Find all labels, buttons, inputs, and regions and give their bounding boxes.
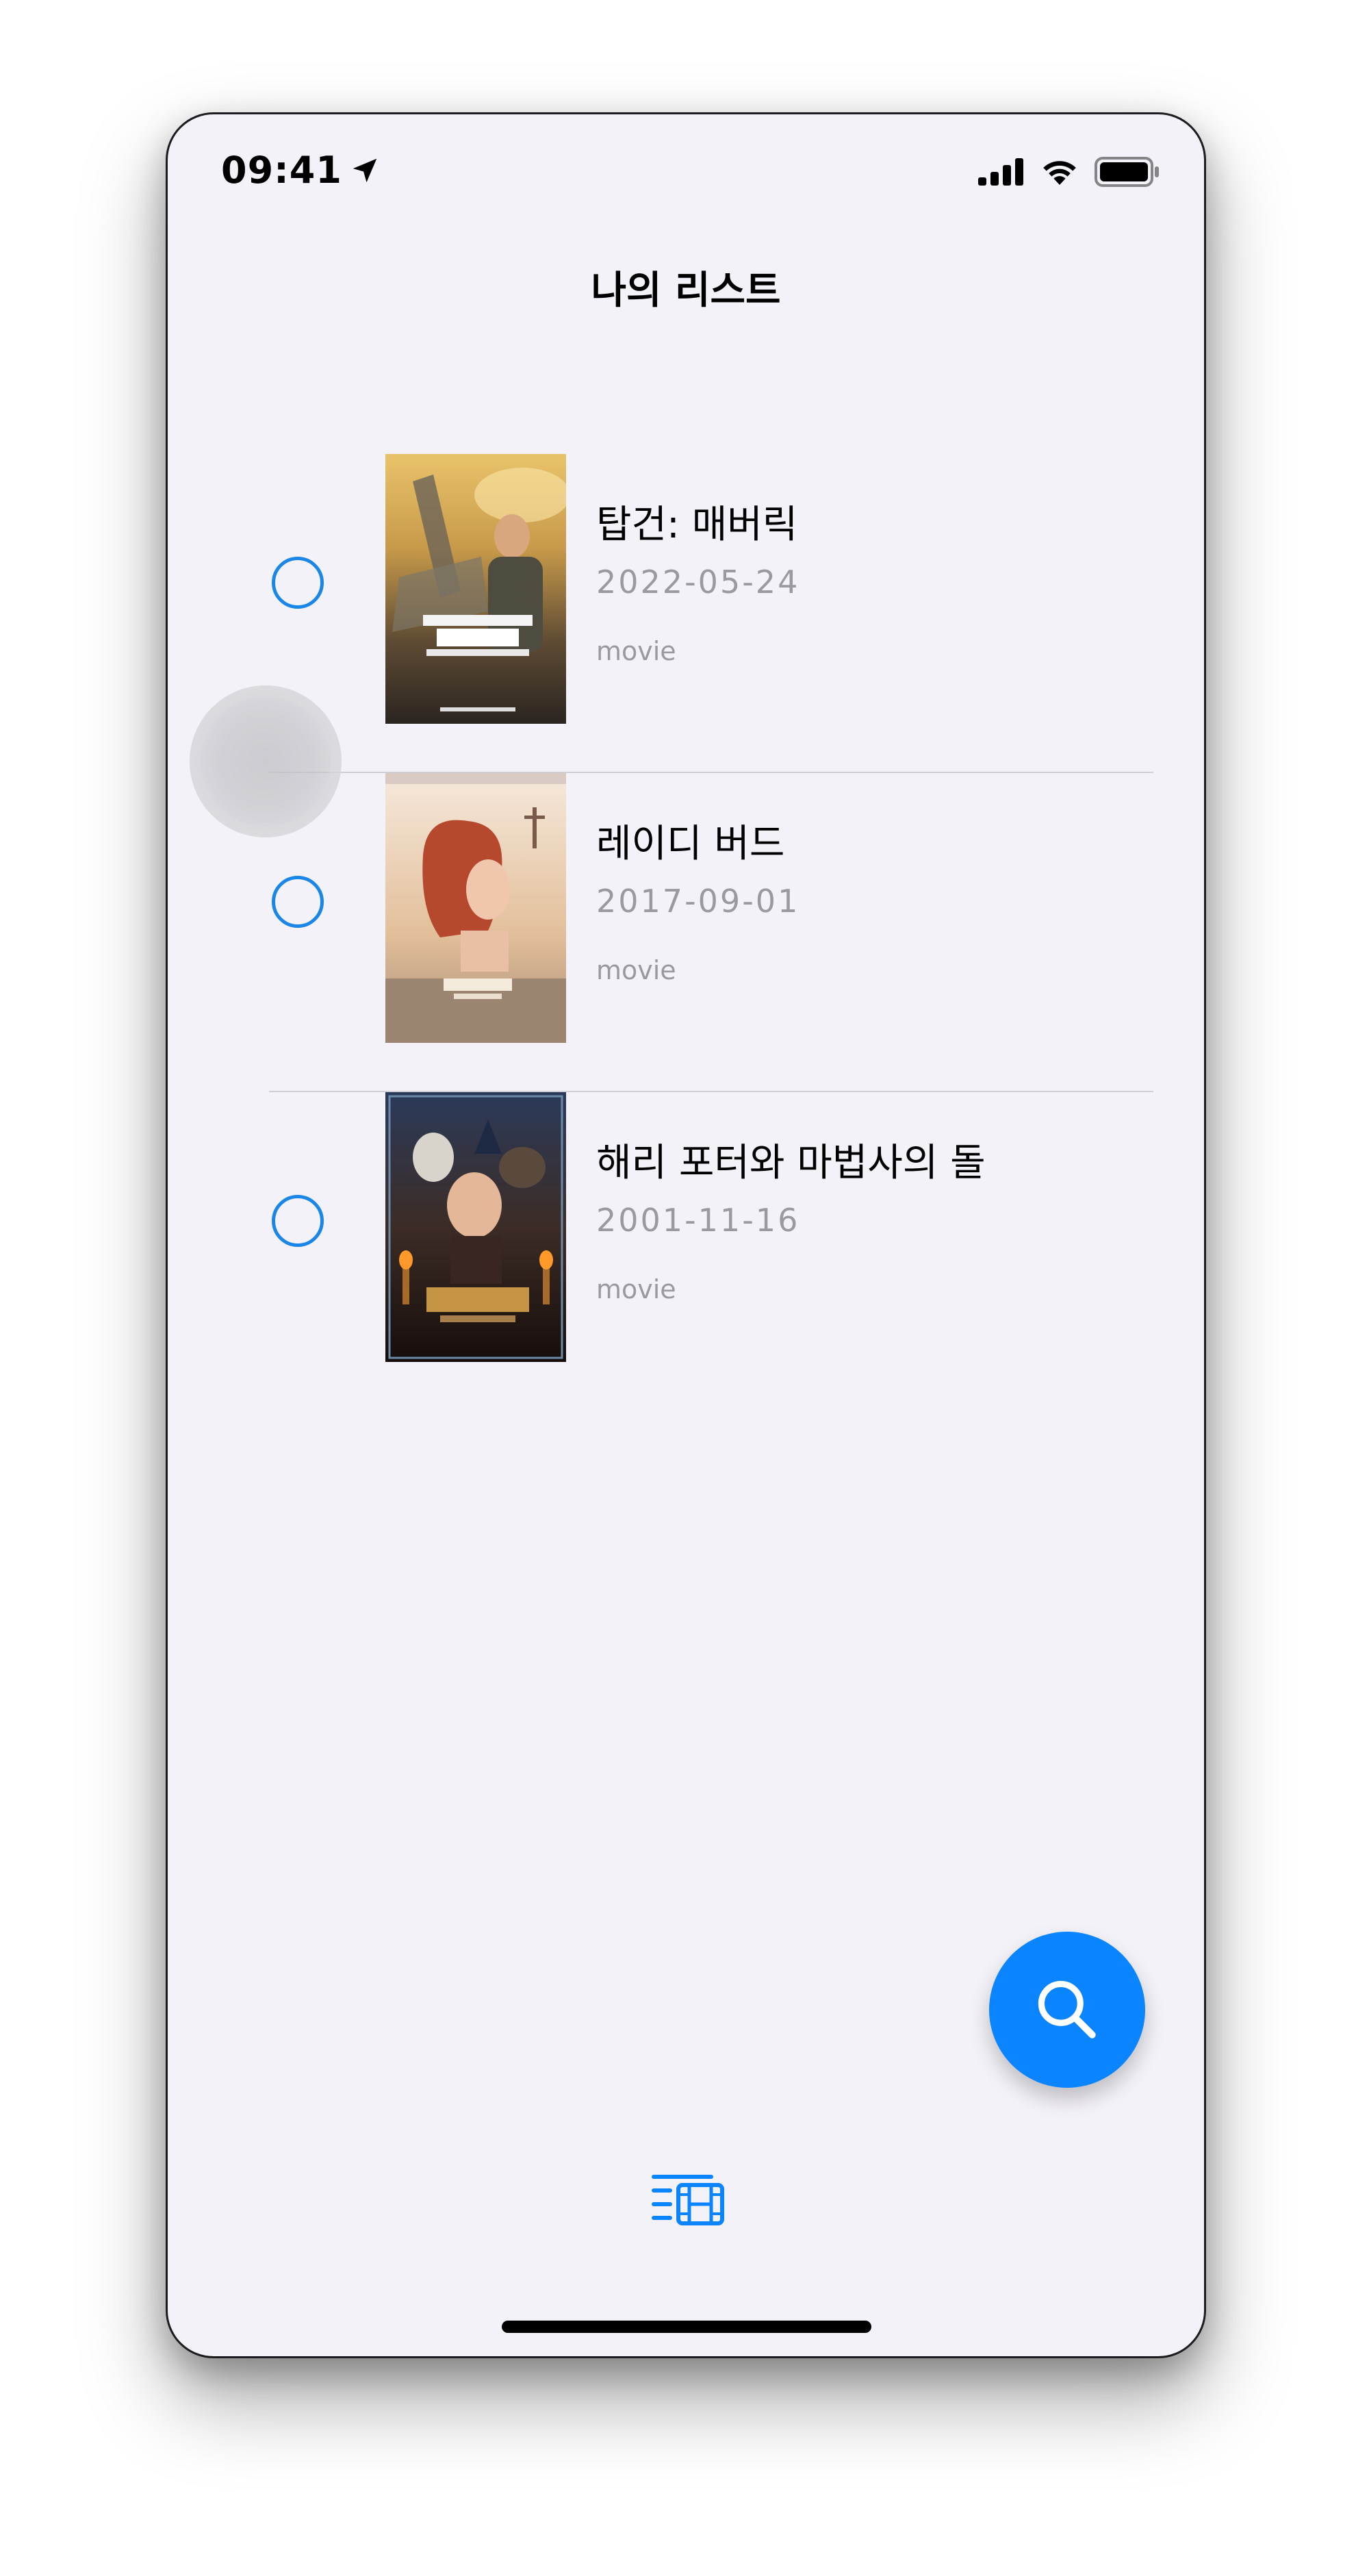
- list-item[interactable]: 레이디 버드 2017-09-01 movie: [168, 773, 1204, 1092]
- signal-icon: [978, 158, 1023, 186]
- poster-ladybird: [385, 773, 566, 1043]
- battery-icon: [1095, 157, 1159, 187]
- tab-my-list[interactable]: [651, 2171, 728, 2226]
- item-date: 2001-11-16: [596, 1202, 800, 1239]
- status-time: 09:41: [221, 149, 381, 192]
- item-date: 2022-05-24: [596, 564, 800, 601]
- poster-topgun: [385, 454, 566, 724]
- touch-indicator: [190, 685, 342, 837]
- film-list-icon: [652, 2175, 724, 2225]
- wifi-icon: [1043, 161, 1076, 185]
- item-title: 레이디 버드: [596, 822, 785, 866]
- status-icons: [978, 157, 1160, 187]
- my-list: 탑건: 매버릭 2022-05-24 movie 레이디 버드 2017-09-…: [168, 454, 1204, 1411]
- checkbox-circle[interactable]: [272, 876, 324, 928]
- item-type: movie: [596, 1274, 676, 1304]
- item-title: 해리 포터와 마법사의 돌: [596, 1141, 986, 1185]
- checkbox-circle[interactable]: [272, 557, 324, 609]
- location-arrow-icon: [353, 158, 377, 182]
- checkbox-circle[interactable]: [272, 1195, 324, 1247]
- status-time-text: 09:41: [221, 149, 342, 192]
- item-title: 탑건: 매버릭: [596, 503, 798, 547]
- home-indicator[interactable]: [502, 2321, 871, 2333]
- poster-harrypotter: [385, 1092, 566, 1362]
- item-type: movie: [596, 955, 676, 985]
- page-title: 나의 리스트: [591, 268, 781, 313]
- item-date: 2017-09-01: [596, 883, 800, 920]
- list-item[interactable]: 해리 포터와 마법사의 돌 2001-11-16 movie: [168, 1092, 1204, 1411]
- phone-screen: 09:41 나의 리스트 탑건: 매버릭 2022-05-24 movie 레이…: [166, 112, 1206, 2358]
- search-button[interactable]: [989, 1932, 1145, 2088]
- item-type: movie: [596, 636, 676, 666]
- search-icon: [1038, 1980, 1096, 2038]
